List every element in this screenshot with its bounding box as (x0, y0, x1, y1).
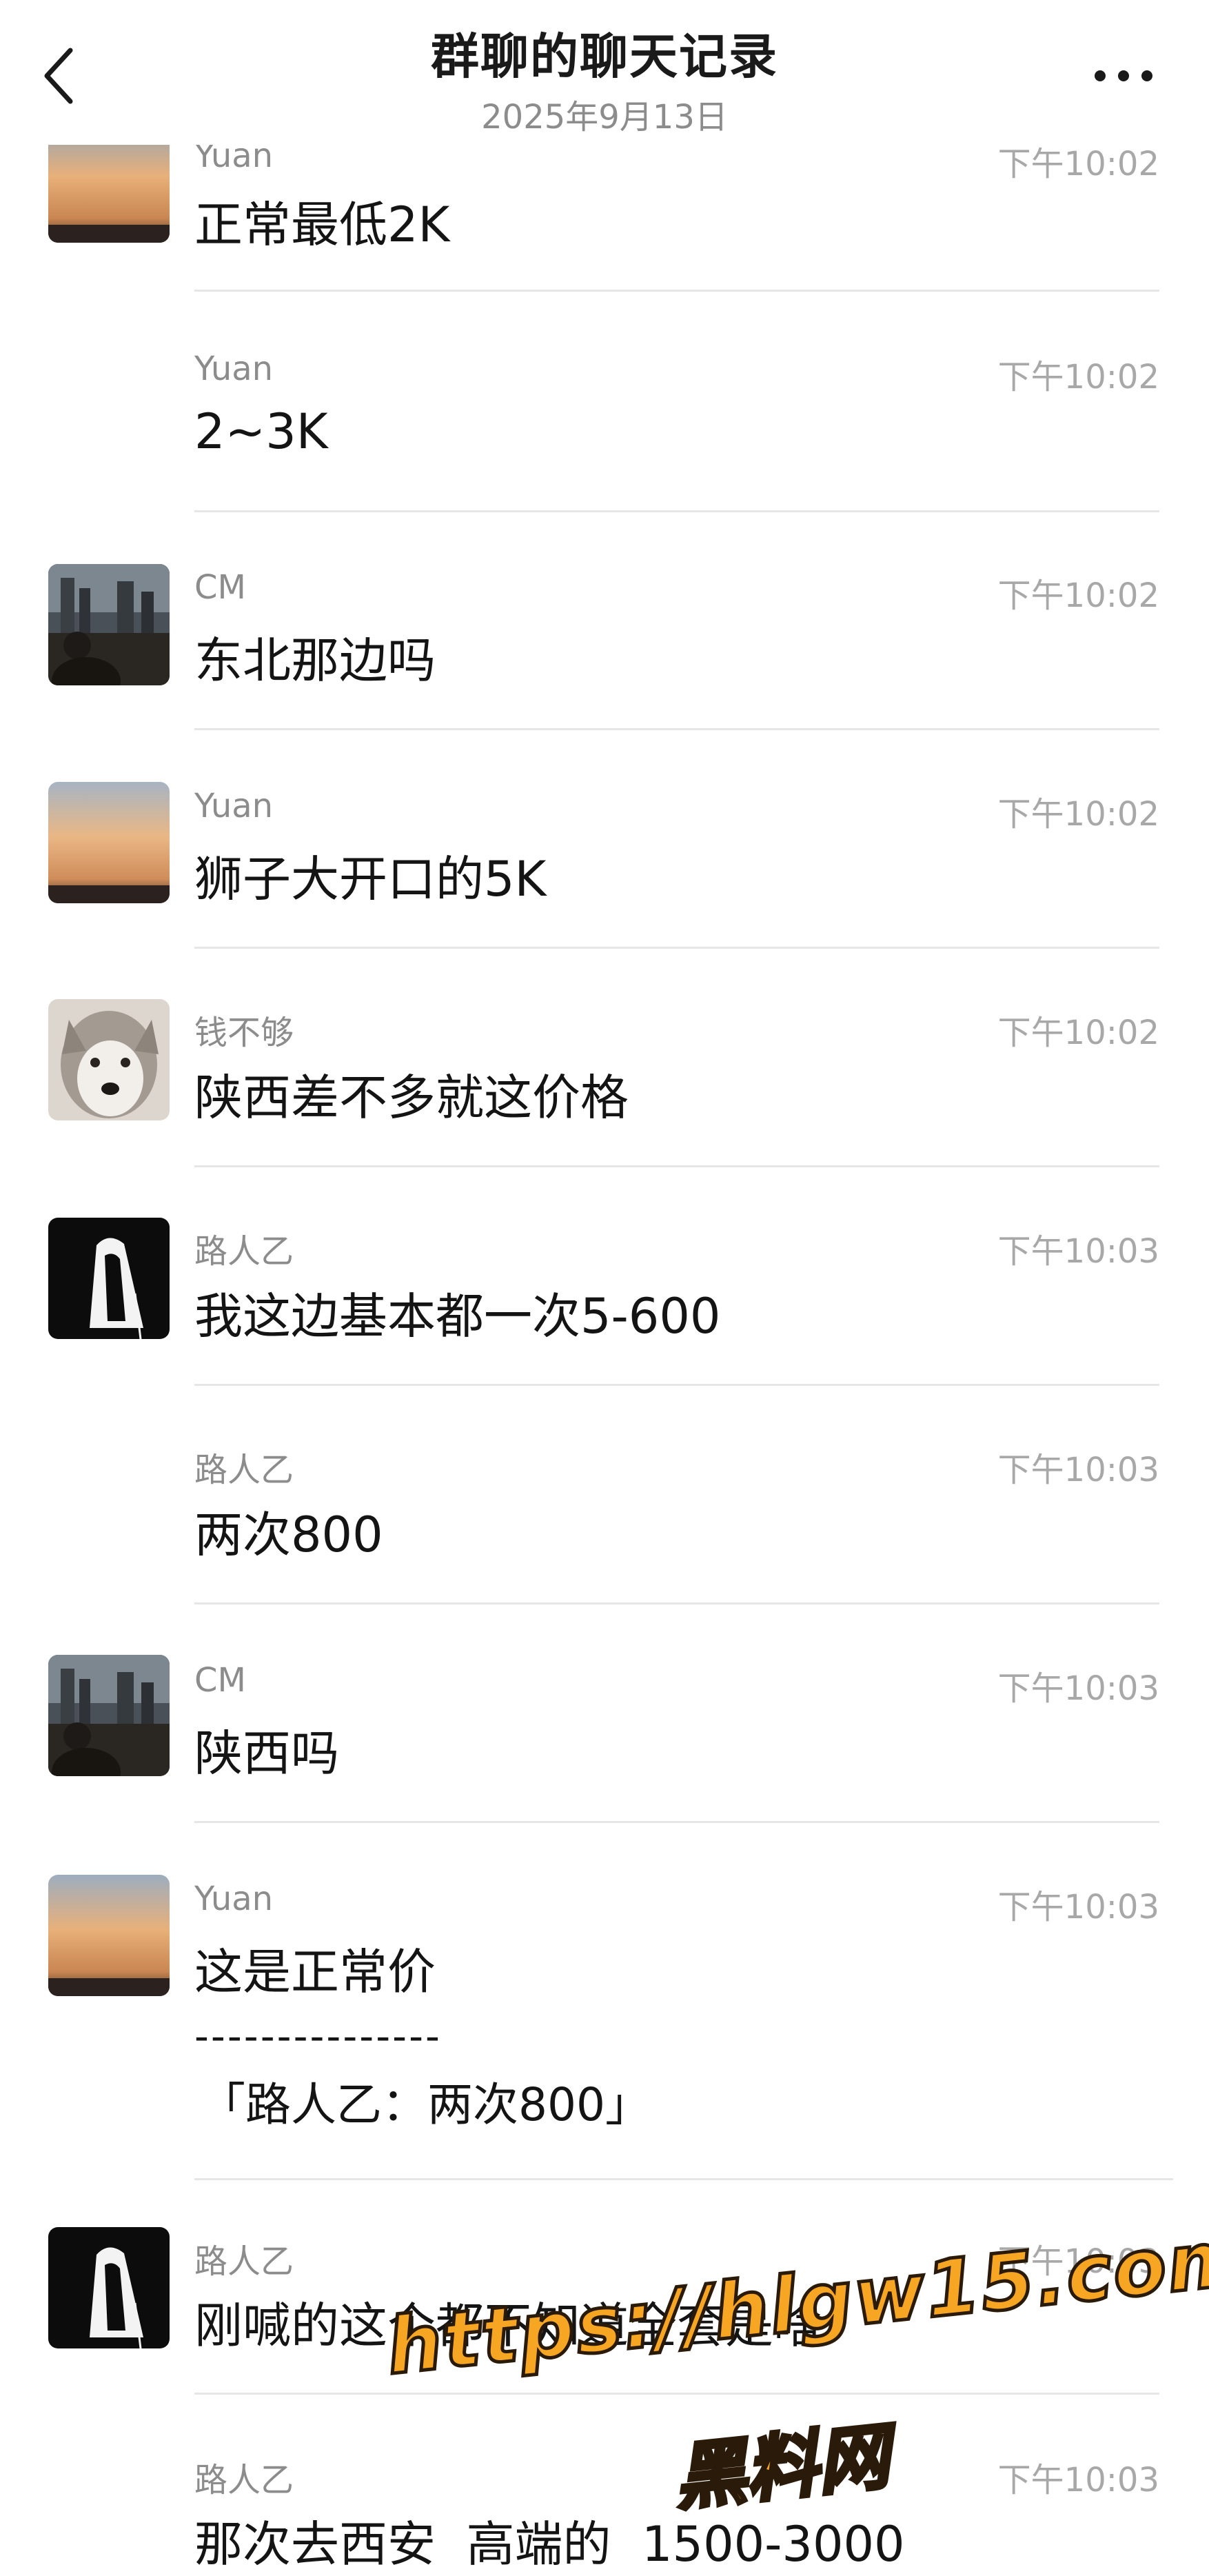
sender-name: Yuan (194, 787, 274, 825)
message-text: 正常最低2K (194, 197, 450, 253)
message-item[interactable]: Yuan 下午10:02 2~3K (0, 293, 1209, 512)
sender-name: CM (194, 1661, 246, 1700)
page-date: 2025年9月13日 (481, 98, 728, 137)
avatar-dog[interactable] (48, 999, 170, 1120)
message-text: 两次800 (194, 1507, 383, 1563)
sender-name: 钱不够 (194, 1014, 294, 1052)
sender-name: Yuan (194, 1880, 274, 1918)
message-item[interactable]: 路人乙 下午10:03 那次去西安 高端的 1500-3000 (0, 2399, 1209, 2576)
message-text: 狮子大开口的5K (194, 851, 547, 907)
message-item[interactable]: CM 下午10:03 陕西吗 (0, 1604, 1209, 1823)
avatar-city[interactable] (48, 564, 170, 685)
message-text: 陕西吗 (194, 1725, 339, 1782)
avatar-sunset[interactable] (48, 782, 170, 903)
message-time: 下午10:02 (997, 576, 1159, 615)
message-time: 下午10:02 (997, 1014, 1159, 1052)
message-time: 下午10:03 (997, 1451, 1159, 1489)
message-time: 下午10:03 (997, 1888, 1159, 1926)
avatar-sunset[interactable] (48, 1875, 170, 1996)
sender-name: CM (194, 568, 246, 607)
divider (194, 290, 1159, 292)
message-item[interactable]: 路人乙 下午10:03 我这边基本都一次5-600 (0, 1167, 1209, 1386)
message-time: 下午10:03 (997, 1669, 1159, 1708)
header-bar: 群聊的聊天记录 2025年9月13日 (0, 0, 1209, 145)
more-button[interactable] (1082, 41, 1165, 110)
avatar-city[interactable] (48, 1655, 170, 1776)
message-time: 下午10:02 (997, 795, 1159, 834)
sender-name: 路人乙 (194, 2242, 294, 2281)
message-item[interactable]: 钱不够 下午10:02 陕西差不多就这价格 (0, 949, 1209, 1167)
page-title: 群聊的聊天记录 (431, 28, 778, 85)
message-time: 下午10:02 (997, 358, 1159, 396)
message-item[interactable]: 路人乙 下午10:03 两次800 (0, 1386, 1209, 1604)
message-time: 下午10:03 (997, 2461, 1159, 2499)
message-text: 陕西差不多就这价格 (194, 1069, 629, 1126)
message-text: 这是正常价 (194, 1944, 436, 2000)
quote-separator: --------------- (194, 2013, 442, 2060)
quoted-message[interactable]: 「路人乙：两次800」 (200, 2068, 651, 2134)
message-text: 2~3K (194, 403, 328, 460)
sender-name: 路人乙 (194, 2461, 294, 2499)
sender-name: 路人乙 (194, 1232, 294, 1271)
message-text: 东北那边吗 (194, 632, 436, 689)
avatar-hooded[interactable] (48, 2227, 170, 2348)
message-item[interactable]: CM 下午10:02 东北那边吗 (0, 512, 1209, 730)
divider (194, 2393, 1159, 2395)
message-item[interactable]: Yuan 下午10:03 这是正常价 --------------- 「路人乙：… (0, 1823, 1209, 2180)
message-text: 那次去西安 高端的 1500-3000 (194, 2516, 905, 2573)
message-time: 下午10:03 (997, 1232, 1159, 1271)
more-dots-icon (1095, 70, 1152, 81)
sender-name: Yuan (194, 350, 274, 388)
avatar-hooded[interactable] (48, 1218, 170, 1339)
message-item[interactable]: Yuan 下午10:02 狮子大开口的5K (0, 730, 1209, 949)
message-text: 我这边基本都一次5-600 (194, 1288, 721, 1345)
sender-name: 路人乙 (194, 1451, 294, 1489)
